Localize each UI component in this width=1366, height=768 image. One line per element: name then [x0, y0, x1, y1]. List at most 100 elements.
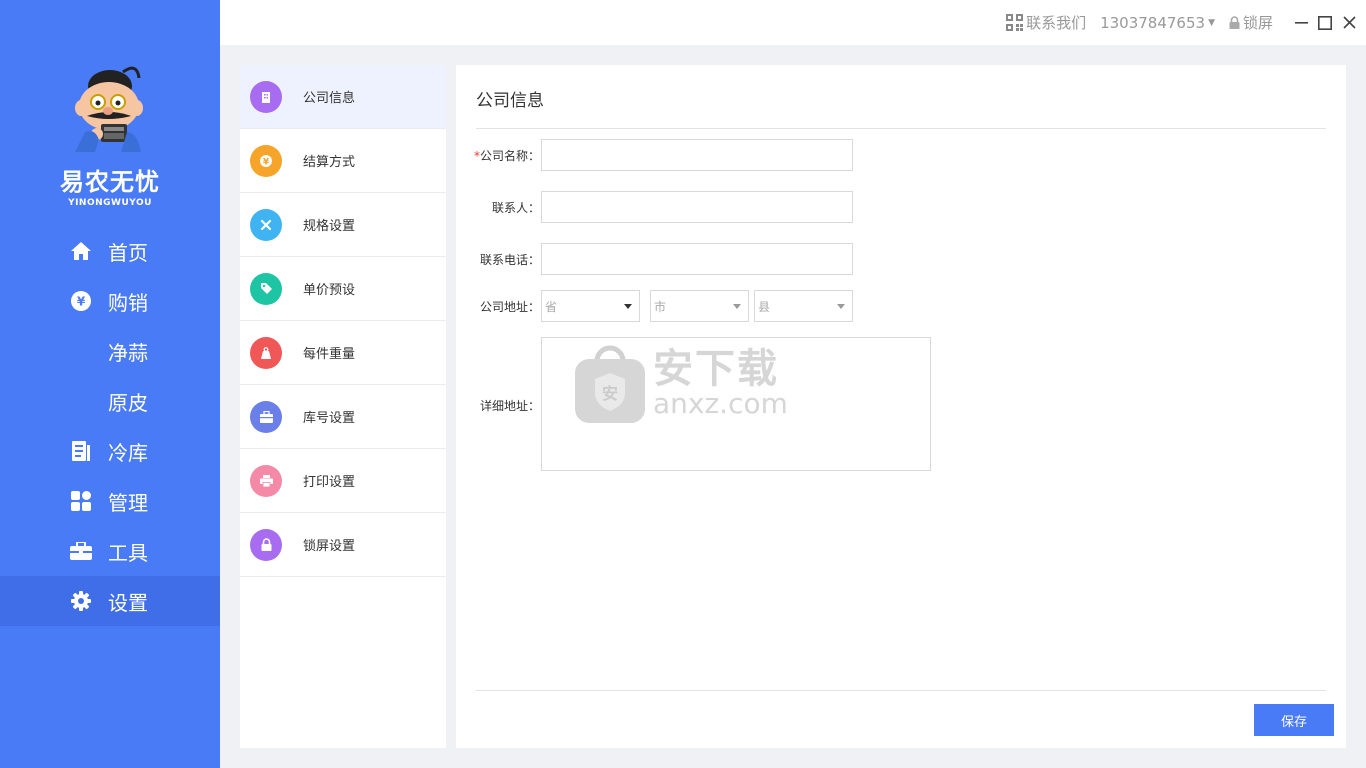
maximize-icon: [1318, 15, 1332, 30]
menu-item-lock-settings[interactable]: 锁屏设置: [240, 513, 446, 577]
chevron-down-icon: [624, 304, 632, 309]
menu-item-warehouse-number[interactable]: 库号设置: [240, 385, 446, 449]
svg-text:¥: ¥: [77, 295, 86, 309]
mascot-logo-icon: [75, 66, 143, 152]
contact-phone-label: 联系电话：: [479, 253, 540, 267]
caret-down-icon: ▼: [1208, 17, 1215, 28]
nav-subitem-garlic[interactable]: 净蒜: [0, 326, 220, 376]
nav-item-management[interactable]: 管理: [0, 476, 220, 526]
province-placeholder: 省: [545, 299, 558, 314]
lock-screen-button[interactable]: 锁屏: [1229, 12, 1273, 33]
top-bar: 联系我们 13037847653 ▼ 锁屏: [220, 0, 1366, 45]
chevron-down-icon: [837, 304, 845, 309]
main-nav: 首页 ¥ 购销 净蒜 原皮 冷库 管理 工具 设置: [0, 226, 220, 626]
watermark: 安 安下载 anxz.com: [575, 343, 788, 423]
company-info-panel: 公司信息 *公司名称： 联系人： 联系电话： 公司地址： 省 市 县 详细地址：…: [456, 65, 1346, 748]
save-button[interactable]: 保存: [1254, 704, 1334, 736]
county-select[interactable]: 县: [754, 290, 853, 322]
app-name-en: YINONGWUYOU: [68, 198, 152, 208]
shopping-bag-shield-icon: 安: [575, 345, 645, 423]
contact-person-input[interactable]: [541, 191, 853, 223]
menu-item-settlement-method[interactable]: ¥ 结算方式: [240, 129, 446, 193]
contact-us-link[interactable]: 联系我们: [1006, 12, 1086, 33]
lock-icon: [250, 528, 282, 561]
company-name-input[interactable]: [541, 139, 853, 171]
briefcase-icon: [250, 400, 282, 433]
close-icon: [1342, 16, 1356, 29]
settings-menu: 公司信息 ¥ 结算方式 规格设置 单价预设 每件重量 库号设置 打印设置 锁屏设…: [240, 65, 446, 748]
toolbox-icon: [69, 539, 93, 563]
lock-screen-label: 锁屏: [1242, 14, 1273, 32]
account-phone: 13037847653: [1100, 13, 1206, 32]
menu-label: 锁屏设置: [303, 539, 356, 554]
account-dropdown[interactable]: 13037847653 ▼: [1100, 14, 1215, 32]
grid-icon: [69, 489, 93, 513]
menu-label: 结算方式: [303, 155, 356, 170]
menu-item-unit-price-preset[interactable]: 单价预设: [240, 257, 446, 321]
city-select[interactable]: 市: [650, 290, 749, 322]
menu-item-spec-settings[interactable]: 规格设置: [240, 193, 446, 257]
maximize-button[interactable]: [1313, 11, 1337, 35]
panel-title: 公司信息: [476, 91, 544, 111]
nav-label: 购销: [108, 290, 148, 315]
building-icon: [250, 80, 282, 113]
menu-item-company-info[interactable]: 公司信息: [240, 65, 446, 129]
company-name-label-text: 公司名称：: [479, 149, 540, 163]
divider: [476, 128, 1326, 129]
contact-phone-input[interactable]: [541, 243, 853, 275]
svg-text:安: 安: [602, 384, 618, 403]
yen-circle-icon: ¥: [69, 289, 93, 313]
nav-label: 首页: [108, 240, 148, 265]
detail-address-label: 详细地址：: [479, 399, 540, 413]
nav-label: 工具: [108, 540, 148, 565]
app-logo: 易农无忧 YINONGWUYOU: [0, 58, 220, 208]
company-name-label: *公司名称：: [470, 147, 540, 164]
county-placeholder: 县: [758, 299, 771, 314]
minimize-button[interactable]: [1289, 11, 1313, 35]
divider: [476, 690, 1326, 691]
svg-text:¥: ¥: [263, 157, 270, 167]
menu-item-weight-per-piece[interactable]: 每件重量: [240, 321, 446, 385]
nav-subitem-raw-skin[interactable]: 原皮: [0, 376, 220, 426]
tag-icon: [250, 272, 282, 305]
nav-item-tools[interactable]: 工具: [0, 526, 220, 576]
contact-person-label: 联系人：: [491, 201, 540, 215]
nav-label: 原皮: [108, 390, 148, 415]
nav-label: 管理: [108, 490, 148, 515]
city-placeholder: 市: [654, 299, 667, 314]
sidebar: 易农无忧 YINONGWUYOU 首页 ¥ 购销 净蒜 原皮 冷库 管理 工具 …: [0, 0, 220, 768]
company-address-label: 公司地址：: [479, 300, 540, 314]
menu-label: 公司信息: [303, 91, 356, 106]
menu-label: 每件重量: [303, 347, 356, 362]
contact-us-label: 联系我们: [1026, 14, 1087, 32]
nav-item-home[interactable]: 首页: [0, 226, 220, 276]
nav-item-settings[interactable]: 设置: [0, 576, 220, 626]
close-button[interactable]: [1337, 11, 1361, 35]
province-select[interactable]: 省: [541, 290, 640, 322]
home-icon: [69, 239, 93, 263]
ruler-cross-icon: [250, 208, 282, 241]
chevron-down-icon: [733, 304, 741, 309]
menu-label: 单价预设: [303, 283, 356, 298]
coin-icon: ¥: [250, 144, 282, 177]
menu-label: 库号设置: [303, 411, 356, 426]
weight-icon: [250, 336, 282, 369]
menu-item-print-settings[interactable]: 打印设置: [240, 449, 446, 513]
menu-label: 规格设置: [303, 219, 356, 234]
nav-item-cold-storage[interactable]: 冷库: [0, 426, 220, 476]
top-bar-actions: 联系我们 13037847653 ▼ 锁屏: [1006, 0, 1366, 45]
nav-label: 净蒜: [108, 340, 148, 365]
watermark-en: anxz.com: [653, 387, 788, 420]
printer-icon: [250, 464, 282, 497]
document-icon: [69, 439, 93, 463]
lock-icon: [1229, 16, 1240, 29]
minimize-icon: [1294, 22, 1308, 24]
watermark-cn: 安下载: [653, 346, 779, 392]
qr-code-icon: [1006, 14, 1024, 31]
watermark-text: 安下载 anxz.com: [653, 348, 788, 418]
gear-icon: [69, 589, 93, 613]
nav-label: 设置: [108, 590, 148, 615]
nav-label: 冷库: [108, 440, 148, 465]
app-name: 易农无忧: [60, 168, 160, 196]
nav-item-purchase-sales[interactable]: ¥ 购销: [0, 276, 220, 326]
